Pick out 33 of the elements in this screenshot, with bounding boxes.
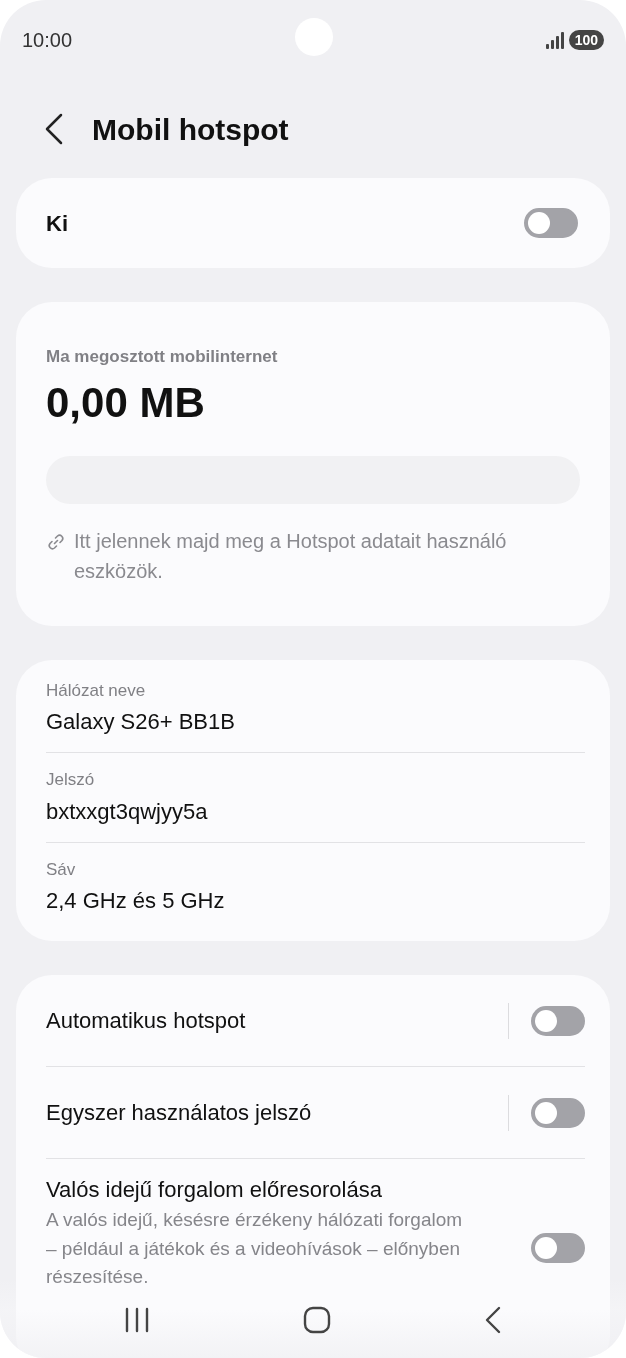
toggle-switch[interactable] [531,1233,585,1264]
network-setting-row[interactable]: Sáv 2,4 GHz és 5 GHz [46,852,585,932]
toggle-switch[interactable] [531,1005,585,1036]
setting-value: bxtxxgt3qwjyy5a [46,797,209,826]
recent-apps-icon[interactable] [124,1306,151,1334]
master-switch-row[interactable]: Ki [16,178,610,268]
page-title: Mobil hotspot [92,111,289,148]
setting-label: Sáv [46,858,77,881]
setting-title: Automatikus hotspot [46,1007,246,1036]
toggle-switch[interactable] [524,208,578,238]
setting-row[interactable]: Egyszer használatos jelszó [46,1067,585,1160]
setting-value: Galaxy S26+ BB1B [46,708,236,737]
setting-description: A valós idejű, késésre érzékeny hálózati forgalom – például a játékok és a videohívások – előnyben részesítése. [46,1208,464,1290]
signal-icon [544,31,565,49]
toggle-switch[interactable] [531,1097,585,1128]
network-setting-row[interactable]: Jelszó bxtxxgt3qwjyy5a [46,763,585,843]
network-setting-row[interactable]: Hálózat neve Galaxy S26+ BB1B [46,673,585,754]
status-time: 10:00 [22,28,73,53]
setting-value: 2,4 GHz és 5 GHz [46,887,226,916]
setting-title: Valós idejű forgalom előresorolása [46,1176,383,1205]
battery-level: 100 [568,30,604,50]
setting-title: Egyszer használatos jelszó [46,1099,312,1128]
back-icon[interactable] [483,1306,502,1334]
usage-amount: 0,00 MB [46,377,206,428]
setting-label: Jelszó [46,769,96,792]
back-icon[interactable] [44,113,64,145]
usage-label: Ma megosztott mobilinternet [46,346,279,368]
setting-label: Hálózat neve [46,679,147,702]
setting-row[interactable]: Automatikus hotspot [46,975,585,1068]
switch-label: Ki [46,209,68,238]
home-icon[interactable] [303,1306,331,1334]
setting-row[interactable]: Valós idejű forgalom előresorolása A valós idejű, késésre érzékeny hálózati forgalom – például a játékok és a videohívások – előnyben részesítése. [46,1159,585,1292]
usage-hint: Itt jelennek majd meg a Hotspot adatait használó eszközök. [74,528,508,584]
